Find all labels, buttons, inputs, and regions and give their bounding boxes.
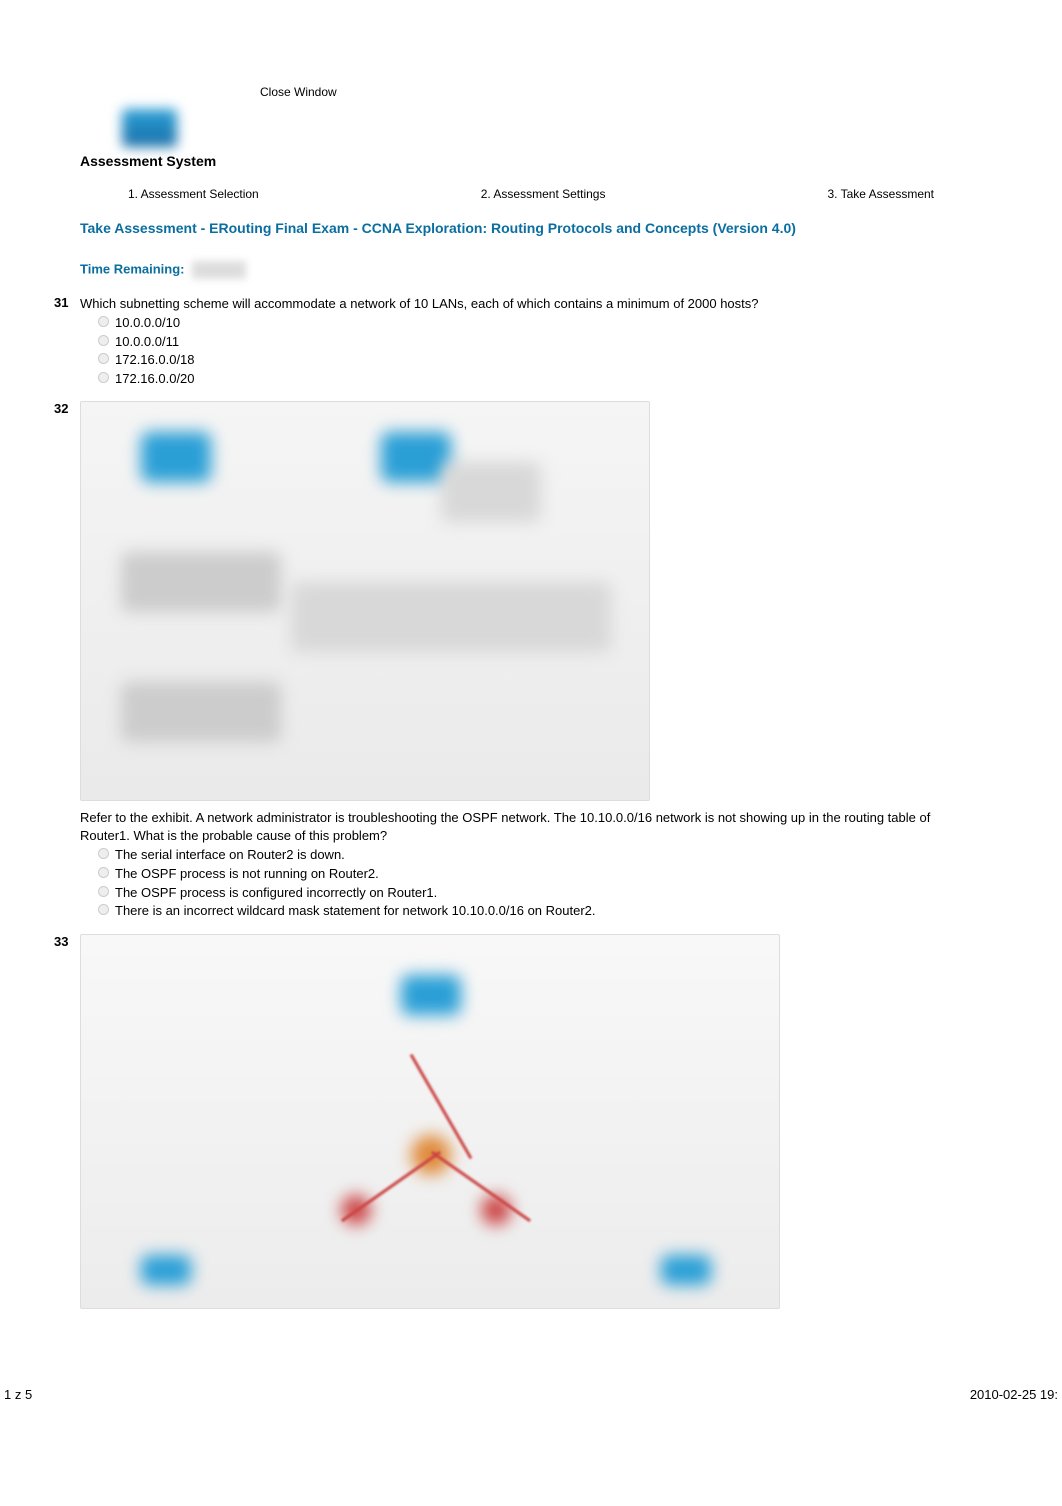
exhibit-image — [80, 401, 650, 801]
options-list: 10.0.0.0/10 10.0.0.0/11 172.16.0.0/18 17… — [98, 314, 982, 387]
option-row[interactable]: The OSPF process is configured incorrect… — [98, 884, 982, 902]
close-window-link[interactable]: Close Window — [260, 85, 982, 99]
radio-icon[interactable] — [98, 335, 109, 346]
option-label: 172.16.0.0/18 — [115, 351, 195, 369]
radio-icon[interactable] — [98, 904, 109, 915]
exhibit-container — [80, 401, 982, 801]
option-label: 10.0.0.0/11 — [115, 333, 179, 351]
option-row[interactable]: 10.0.0.0/10 — [98, 314, 982, 332]
radio-icon[interactable] — [98, 353, 109, 364]
radio-icon[interactable] — [98, 316, 109, 327]
question-33: 33 — [80, 934, 982, 1309]
step-assessment-selection[interactable]: 1. Assessment Selection — [128, 187, 259, 201]
option-row[interactable]: 172.16.0.0/20 — [98, 370, 982, 388]
question-number: 32 — [54, 401, 68, 416]
option-label: The OSPF process is not running on Route… — [115, 865, 379, 883]
step-assessment-settings[interactable]: 2. Assessment Settings — [481, 187, 606, 201]
step-take-assessment: 3. Take Assessment — [828, 187, 935, 201]
option-label: 172.16.0.0/20 — [115, 370, 195, 388]
assessment-title: Take Assessment - ERouting Final Exam - … — [80, 219, 982, 239]
radio-icon[interactable] — [98, 372, 109, 383]
radio-icon[interactable] — [98, 867, 109, 878]
wizard-steps: 1. Assessment Selection 2. Assessment Se… — [128, 187, 934, 201]
option-label: There is an incorrect wildcard mask stat… — [115, 902, 596, 920]
question-text: Refer to the exhibit. A network administ… — [80, 809, 982, 844]
page-indicator: 1 z 5 — [4, 1387, 32, 1402]
radio-icon[interactable] — [98, 848, 109, 859]
time-remaining-value — [192, 261, 246, 279]
question-text: Which subnetting scheme will accommodate… — [80, 295, 982, 313]
radio-icon[interactable] — [98, 886, 109, 897]
page-content: Close Window Assessment System 1. Assess… — [0, 0, 1062, 1359]
options-list: The serial interface on Router2 is down.… — [98, 846, 982, 919]
option-row[interactable]: There is an incorrect wildcard mask stat… — [98, 902, 982, 920]
timestamp: 2010-02-25 19: — [970, 1387, 1058, 1402]
system-title: Assessment System — [80, 153, 982, 169]
option-row[interactable]: 172.16.0.0/18 — [98, 351, 982, 369]
option-row[interactable]: The OSPF process is not running on Route… — [98, 865, 982, 883]
brand-logo — [122, 109, 177, 147]
option-row[interactable]: The serial interface on Router2 is down. — [98, 846, 982, 864]
time-remaining-row: Time Remaining: — [80, 261, 982, 279]
question-32: 32 Refer to the exhibit. A network admin… — [80, 401, 982, 919]
exhibit-image — [80, 934, 780, 1309]
option-row[interactable]: 10.0.0.0/11 — [98, 333, 982, 351]
exhibit-container — [80, 934, 982, 1309]
question-31: 31 Which subnetting scheme will accommod… — [80, 295, 982, 388]
option-label: The serial interface on Router2 is down. — [115, 846, 345, 864]
time-remaining-label: Time Remaining: — [80, 261, 185, 276]
option-label: The OSPF process is configured incorrect… — [115, 884, 437, 902]
question-number: 31 — [54, 295, 68, 310]
question-number: 33 — [54, 934, 68, 949]
option-label: 10.0.0.0/10 — [115, 314, 180, 332]
